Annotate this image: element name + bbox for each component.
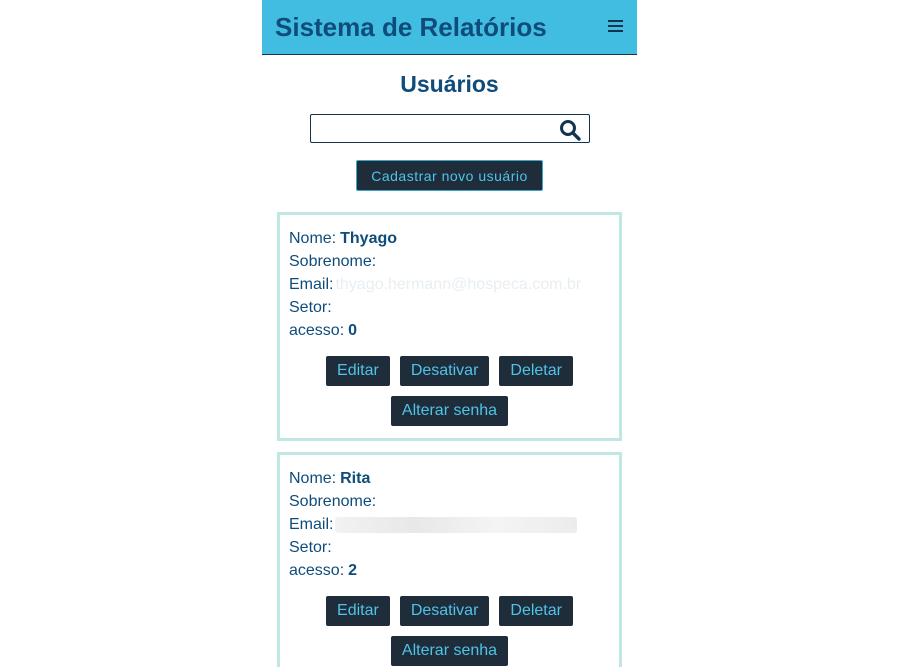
access-value: 2 — [348, 562, 358, 579]
name-label: Nome: — [289, 470, 337, 487]
new-user-button[interactable]: Cadastrar novo usuário — [356, 160, 543, 191]
user-sector-field: Setor: — [289, 536, 610, 559]
name-value: Rita — [340, 470, 371, 487]
user-name-field: Nome: Thyago — [289, 227, 610, 250]
deactivate-button[interactable]: Desativar — [399, 356, 490, 386]
sector-label: Setor: — [289, 299, 332, 316]
email-redacted — [335, 516, 578, 533]
user-sector-field: Setor: — [289, 296, 610, 319]
delete-button[interactable]: Deletar — [499, 356, 573, 386]
search-input[interactable] — [314, 116, 559, 143]
email-label: Email: — [289, 276, 334, 293]
user-actions-row-2: Alterar senha — [289, 396, 610, 426]
user-actions-row: Editar Desativar Deletar — [289, 356, 610, 386]
user-email-field: Email: thyago.hermann@hospeca.com.br — [289, 273, 610, 296]
search-box — [309, 114, 590, 143]
app-container: Sistema de Relatórios Usuários Cadastrar… — [262, 0, 637, 667]
change-password-button[interactable]: Alterar senha — [390, 396, 509, 426]
surname-label: Sobrenome: — [289, 253, 377, 270]
search-icon[interactable] — [559, 119, 581, 141]
user-surname-field: Sobrenome: — [289, 250, 610, 273]
user-name-field: Nome: Rita — [289, 467, 610, 490]
access-value: 0 — [348, 322, 358, 339]
app-title: Sistema de Relatórios — [275, 11, 547, 42]
surname-label: Sobrenome: — [289, 493, 377, 510]
user-access-field: acesso: 2 — [289, 559, 610, 582]
access-label: acesso: — [289, 562, 345, 579]
user-access-field: acesso: 0 — [289, 319, 610, 342]
edit-button[interactable]: Editar — [326, 596, 390, 626]
delete-button[interactable]: Deletar — [499, 596, 573, 626]
hamburger-menu-icon[interactable] — [608, 20, 623, 32]
user-surname-field: Sobrenome: — [289, 490, 610, 513]
user-actions-row: Editar Desativar Deletar — [289, 596, 610, 626]
user-card: Nome: Thyago Sobrenome: Email: thyago.herm… — [277, 212, 622, 441]
name-label: Nome: — [289, 230, 337, 247]
sector-label: Setor: — [289, 539, 332, 556]
deactivate-button[interactable]: Desativar — [399, 596, 490, 626]
access-label: acesso: — [289, 322, 345, 339]
edit-button[interactable]: Editar — [326, 356, 390, 386]
change-password-button[interactable]: Alterar senha — [390, 636, 509, 666]
user-card: Nome: Rita Sobrenome: Email: Setor: acess… — [277, 452, 622, 667]
email-label: Email: — [289, 516, 334, 533]
user-actions-row-2: Alterar senha — [289, 636, 610, 666]
user-email-field: Email: — [289, 513, 610, 536]
name-value: Thyago — [340, 230, 398, 247]
page-title: Usuários — [400, 71, 499, 97]
app-header: Sistema de Relatórios — [262, 0, 637, 55]
email-value: thyago.hermann@hospeca.com.br — [335, 276, 582, 293]
